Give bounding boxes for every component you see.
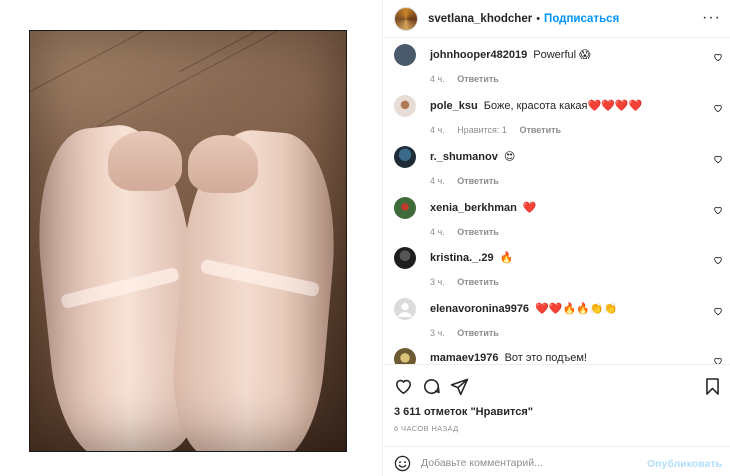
post-timestamp[interactable]: 6 часов назад <box>394 424 459 433</box>
comment-like-icon[interactable] <box>713 52 723 62</box>
comment-input[interactable] <box>421 453 651 473</box>
comment-text: ❤️ <box>522 202 537 214</box>
comment-item: mamaev1976 Вот это подъем! <box>394 348 729 364</box>
post-actions-bar <box>383 364 730 404</box>
paper-plane-icon[interactable] <box>450 377 469 396</box>
comment-item: kristina._.29 🔥 3 ч. Ответить <box>394 247 729 297</box>
header-separator: • <box>536 12 541 25</box>
commenter-avatar[interactable] <box>394 247 416 269</box>
commenter-avatar[interactable] <box>394 95 416 117</box>
comment-username[interactable]: r._shumanov <box>430 151 498 163</box>
comment-like-icon[interactable] <box>713 154 723 164</box>
default-avatar-icon[interactable] <box>394 298 416 320</box>
comment-icon[interactable] <box>422 377 441 396</box>
author-username[interactable]: svetlana_khodcher <box>428 13 532 25</box>
comment-like-icon[interactable] <box>713 255 723 265</box>
comment-time[interactable]: 3 ч. <box>430 328 445 338</box>
comment-item: johnhooper482019 Powerful 😱 4 ч. Ответит… <box>394 44 729 94</box>
reply-button[interactable]: Ответить <box>457 176 499 186</box>
comment-time[interactable]: 4 ч. <box>430 125 445 135</box>
author-avatar[interactable] <box>394 6 418 31</box>
comment-username[interactable]: johnhooper482019 <box>430 49 527 61</box>
comment-like-icon[interactable] <box>713 103 723 113</box>
comment-username[interactable]: elenavoronina9976 <box>430 303 529 315</box>
comment-like-icon[interactable] <box>713 205 723 215</box>
reply-button[interactable]: Ответить <box>519 125 561 135</box>
comment-time[interactable]: 4 ч. <box>430 74 445 84</box>
comment-username[interactable]: xenia_berkhman <box>430 202 517 214</box>
reply-button[interactable]: Ответить <box>457 227 499 237</box>
commenter-avatar[interactable] <box>394 44 416 66</box>
more-options-icon[interactable]: ··· <box>702 10 721 26</box>
reply-button[interactable]: Ответить <box>457 74 499 84</box>
reply-button[interactable]: Ответить <box>457 328 499 338</box>
comment-text: Вот это подъем! <box>504 352 587 364</box>
comment-username[interactable]: mamaev1976 <box>430 352 499 364</box>
comment-text: 🔥 <box>499 252 514 264</box>
post-media <box>0 0 382 476</box>
comment-username[interactable]: pole_ksu <box>430 100 478 112</box>
post-side-panel: svetlana_khodcher • Подписаться ··· john… <box>382 0 730 476</box>
comment-item: xenia_berkhman ❤️ 4 ч. Ответить <box>394 197 729 247</box>
bookmark-icon[interactable] <box>703 377 722 396</box>
comment-text: Боже, красота какая❤️❤️❤️❤️ <box>483 100 643 112</box>
comment-time[interactable]: 4 ч. <box>430 176 445 186</box>
commenter-avatar[interactable] <box>394 197 416 219</box>
reply-button[interactable]: Ответить <box>457 277 499 287</box>
comment-text: ❤️❤️🔥🔥👏👏 <box>535 303 618 315</box>
comment-like-icon[interactable] <box>713 306 723 316</box>
comments-list[interactable]: johnhooper482019 Powerful 😱 4 ч. Ответит… <box>383 38 730 364</box>
comment-text: Powerful 😱 <box>533 49 591 61</box>
emoji-icon[interactable] <box>394 455 411 472</box>
comment-time[interactable]: 4 ч. <box>430 227 445 237</box>
publish-button[interactable]: Опубликовать <box>647 458 722 470</box>
comment-likes-count[interactable]: Нравится: 1 <box>457 125 507 135</box>
post-photo[interactable] <box>29 30 347 452</box>
commenter-avatar[interactable] <box>394 146 416 168</box>
comment-item: elenavoronina9976 ❤️❤️🔥🔥👏👏 3 ч. Ответить <box>394 298 729 348</box>
comment-time[interactable]: 3 ч. <box>430 277 445 287</box>
comment-username[interactable]: kristina._.29 <box>430 252 494 264</box>
heart-outline-icon[interactable] <box>394 377 413 396</box>
likes-count[interactable]: 3 611 отметок "Нравится" <box>394 406 533 418</box>
follow-button[interactable]: Подписаться <box>544 13 619 25</box>
comment-like-icon[interactable] <box>713 356 723 364</box>
post-header: svetlana_khodcher • Подписаться ··· <box>383 0 730 38</box>
add-comment-bar: Опубликовать <box>383 446 730 476</box>
comment-text: 😍 <box>503 151 516 163</box>
comment-item: r._shumanov 😍 4 ч. Ответить <box>394 146 729 196</box>
commenter-avatar[interactable] <box>394 348 416 364</box>
photo-vignette <box>30 31 346 451</box>
comment-item: pole_ksu Боже, красота какая❤️❤️❤️❤️ 4 ч… <box>394 95 729 145</box>
